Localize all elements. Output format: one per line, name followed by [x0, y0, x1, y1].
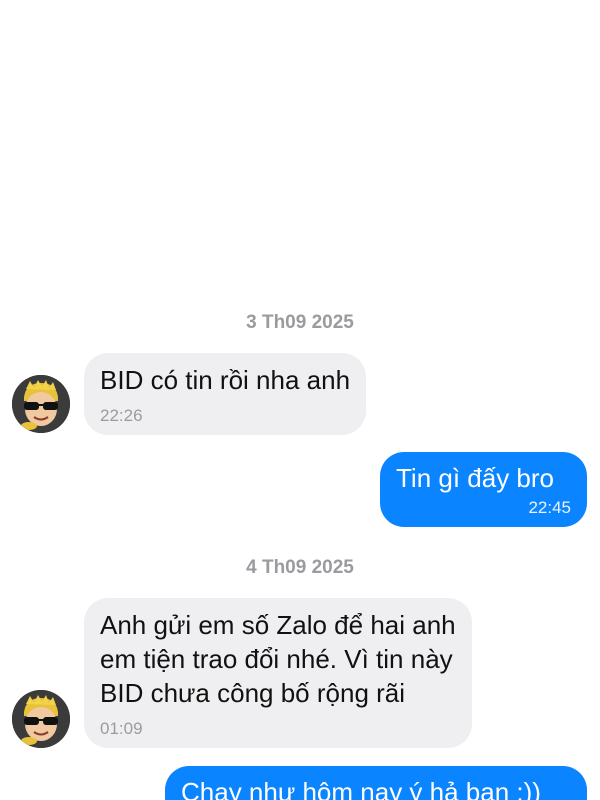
- message-text: Chạy như hôm nay ý hả bạn :)): [181, 777, 541, 800]
- message-text-line: BID chưa công bố rộng rãi: [100, 678, 406, 708]
- incoming-message[interactable]: BID có tin rồi nha anh 22:26: [84, 353, 367, 435]
- message-text: BID có tin rồi nha anh: [100, 365, 351, 395]
- message-time: 22:26: [100, 406, 143, 425]
- incoming-message[interactable]: Anh gửi em số Zalo để hai anh em tiện tr…: [84, 598, 472, 748]
- chat-thread: 3 Th09 2025 BID có tin rồi nha anh 22:26…: [0, 0, 600, 800]
- date-separator: 4 Th09 2025: [246, 557, 354, 578]
- message-text-line: Anh gửi em số Zalo để hai anh: [100, 610, 456, 640]
- contact-avatar-icon[interactable]: [12, 375, 70, 433]
- outgoing-message[interactable]: Chạy như hôm nay ý hả bạn :)): [165, 766, 587, 800]
- message-time: 01:09: [100, 719, 143, 738]
- message-text-line: em tiện trao đổi nhé. Vì tin này: [100, 644, 453, 674]
- contact-avatar-icon[interactable]: [12, 690, 70, 748]
- outgoing-message[interactable]: Tin gì đấy bro 22:45: [380, 452, 587, 527]
- message-time: 22:45: [528, 498, 571, 517]
- message-text: Tin gì đấy bro: [396, 463, 555, 493]
- date-separator: 3 Th09 2025: [246, 312, 354, 333]
